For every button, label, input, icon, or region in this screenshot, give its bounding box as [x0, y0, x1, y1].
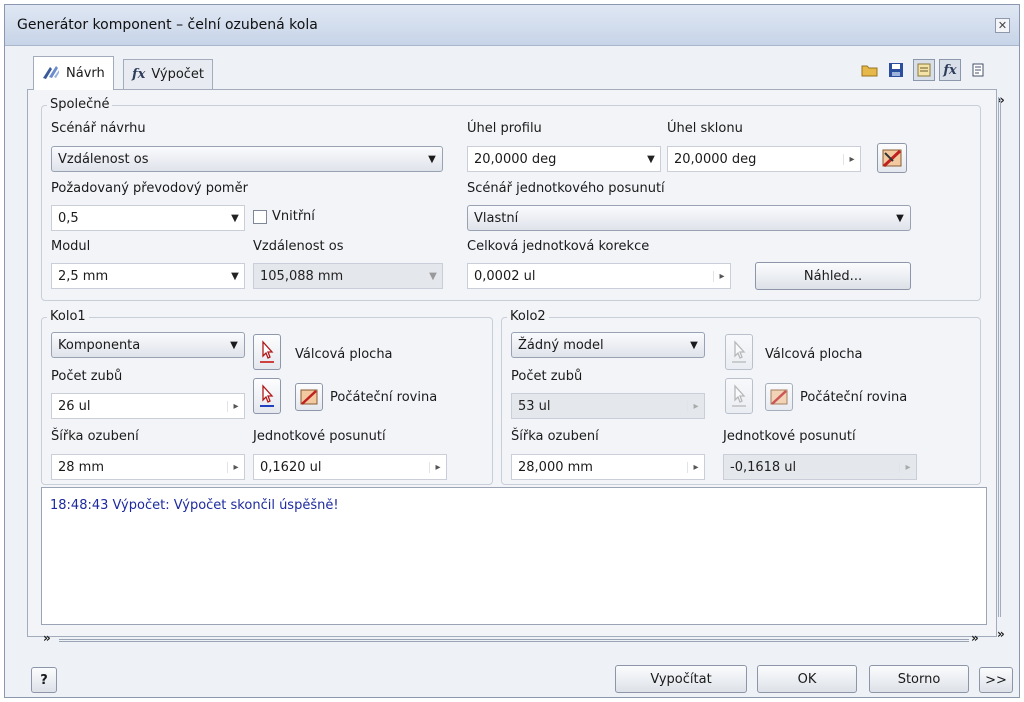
kolo2-shift-label: Jednotkové posunutí [723, 429, 856, 444]
log-line: 18:48:43 Výpočet: Výpočet skončil úspěšn… [50, 498, 339, 513]
center-distance-label: Vzdálenost os [253, 239, 344, 254]
kolo1-width-label: Šířka ozubení [51, 429, 139, 444]
arrow-right-icon: ▸ [899, 461, 916, 473]
kolo2-width-label: Šířka ozubení [511, 429, 599, 444]
fx-calculation-icon: fx [132, 67, 146, 82]
helix-angle-label: Úhel sklonu [667, 121, 743, 136]
tab-vypocet[interactable]: fx Výpočet [123, 59, 214, 89]
select-cursor-icon [732, 384, 746, 407]
kolo1-cylindrical-face-label: Válcová plocha [295, 347, 393, 362]
close-icon[interactable]: ✕ [995, 18, 1010, 33]
chevron-down-icon: ▼ [690, 339, 698, 351]
flip-direction-button[interactable] [877, 143, 907, 173]
chevron-down-icon: ▼ [429, 270, 437, 282]
kolo1-cylindrical-face-button[interactable] [253, 334, 281, 370]
select-cursor-icon [260, 340, 274, 363]
collapse-up-icon-right[interactable]: » [971, 631, 979, 645]
kolo2-start-plane-pick-button [725, 378, 753, 414]
module-combo[interactable]: 2,5 mm ▼ [51, 263, 245, 289]
kolo1-width-field[interactable]: 28 mm ▸ [51, 454, 245, 480]
chevron-down-icon: ▼ [230, 339, 238, 351]
calculate-button[interactable]: Vypočítat [615, 665, 747, 693]
log-splitter[interactable]: » » [41, 631, 987, 645]
flip-plane-icon [770, 389, 788, 405]
arrow-right-icon[interactable]: ▸ [687, 461, 704, 473]
design-scenario-label: Scénář návrhu [51, 121, 146, 136]
panel-resize-bar[interactable] [998, 97, 1011, 617]
kolo2-type-dropdown[interactable]: Žádný model ▼ [511, 332, 705, 358]
kolo2-cylindrical-face-button [725, 334, 753, 370]
design-icon [42, 64, 60, 84]
kolo1-shift-label: Jednotkové posunutí [253, 429, 386, 444]
kolo1-teeth-field[interactable]: 26 ul ▸ [51, 393, 245, 419]
arrow-right-icon: ▸ [687, 400, 704, 412]
kolo1-shift-field[interactable]: 0,1620 ul ▸ [253, 454, 447, 480]
tab-vypocet-label: Výpočet [151, 67, 205, 82]
fx-toolbar-icon[interactable]: fx [939, 59, 961, 81]
open-folder-icon[interactable] [859, 59, 881, 81]
kolo2-shift-field: -0,1618 ul ▸ [723, 454, 917, 480]
arrow-right-icon[interactable]: ▸ [713, 270, 730, 282]
help-button[interactable]: ? [31, 667, 57, 693]
catalog-icon[interactable] [913, 59, 935, 81]
module-label: Modul [51, 239, 91, 254]
shift-scenario-label: Scénář jednotkového posunutí [467, 181, 665, 196]
group-kolo2-label: Kolo2 [507, 309, 549, 324]
title-bar[interactable]: Generátor komponent – čelní ozubená kola… [5, 5, 1019, 46]
group-kolo1-label: Kolo1 [47, 309, 89, 324]
flip-gear-icon [882, 149, 902, 168]
flip-plane-icon [300, 389, 318, 405]
kolo2-start-plane-flip-button[interactable] [765, 383, 793, 411]
select-cursor-icon [260, 384, 274, 407]
notes-icon[interactable] [967, 59, 989, 81]
ratio-label: Požadovaný převodový poměr [51, 181, 248, 196]
select-cursor-icon [732, 340, 746, 363]
splitter-line [59, 639, 969, 642]
chevron-down-icon: ▼ [428, 153, 436, 165]
kolo2-start-plane-label: Počáteční rovina [800, 390, 908, 405]
design-scenario-dropdown[interactable]: Vzdálenost os ▼ [51, 146, 443, 172]
arrow-right-icon[interactable]: ▸ [227, 400, 244, 412]
collapse-up-icon[interactable]: » [43, 631, 51, 645]
chevron-down-icon: ▼ [896, 212, 904, 224]
kolo1-start-plane-flip-button[interactable] [295, 383, 323, 411]
ratio-combo[interactable]: 0,5 ▼ [51, 205, 245, 231]
arrow-right-icon[interactable]: ▸ [227, 461, 244, 473]
kolo2-width-field[interactable]: 28,000 mm ▸ [511, 454, 705, 480]
chevron-down-icon[interactable]: ▼ [642, 154, 660, 165]
chevron-down-icon[interactable]: ▼ [226, 213, 244, 224]
total-correction-field[interactable]: 0,0002 ul ▸ [467, 263, 731, 289]
kolo2-cylindrical-face-label: Válcová plocha [765, 347, 863, 362]
total-correction-label: Celková jednotková korekce [467, 239, 650, 254]
dialog-window: Generátor komponent – čelní ozubená kola… [4, 4, 1020, 698]
kolo1-type-dropdown[interactable]: Komponenta ▼ [51, 332, 245, 358]
preview-button[interactable]: Náhled... [755, 262, 911, 290]
shift-scenario-dropdown[interactable]: Vlastní ▼ [467, 205, 911, 231]
chevron-down-icon[interactable]: ▼ [226, 271, 244, 282]
tab-navrh[interactable]: Návrh [33, 56, 114, 90]
more-button[interactable]: >> [979, 667, 1013, 693]
arrow-right-icon[interactable]: ▸ [843, 153, 860, 165]
profile-angle-label: Úhel profilu [467, 121, 542, 136]
tab-navrh-label: Návrh [66, 66, 105, 81]
center-distance-combo: 105,088 mm ▼ [253, 263, 443, 289]
kolo2-teeth-field: 53 ul ▸ [511, 393, 705, 419]
helix-angle-field[interactable]: 20,0000 deg ▸ [667, 146, 861, 172]
message-log[interactable]: 18:48:43 Výpočet: Výpočet skončil úspěšn… [41, 487, 987, 625]
internal-checkbox[interactable] [253, 210, 267, 224]
kolo1-start-plane-label: Počáteční rovina [330, 390, 438, 405]
cancel-button[interactable]: Storno [869, 665, 969, 693]
save-icon[interactable] [885, 59, 907, 81]
group-spolecne-label: Společné [47, 97, 113, 112]
internal-label: Vnitřní [272, 209, 315, 224]
profile-angle-combo[interactable]: 20,0000 deg ▼ [467, 146, 661, 172]
kolo1-start-plane-pick-button[interactable] [253, 378, 281, 414]
ok-button[interactable]: OK [757, 665, 857, 693]
kolo2-teeth-label: Počet zubů [511, 369, 583, 384]
expand-right-icon-bottom[interactable]: » [997, 627, 1005, 641]
arrow-right-icon[interactable]: ▸ [429, 461, 446, 473]
window-title: Generátor komponent – čelní ozubená kola [17, 17, 318, 33]
kolo1-teeth-label: Počet zubů [51, 369, 123, 384]
